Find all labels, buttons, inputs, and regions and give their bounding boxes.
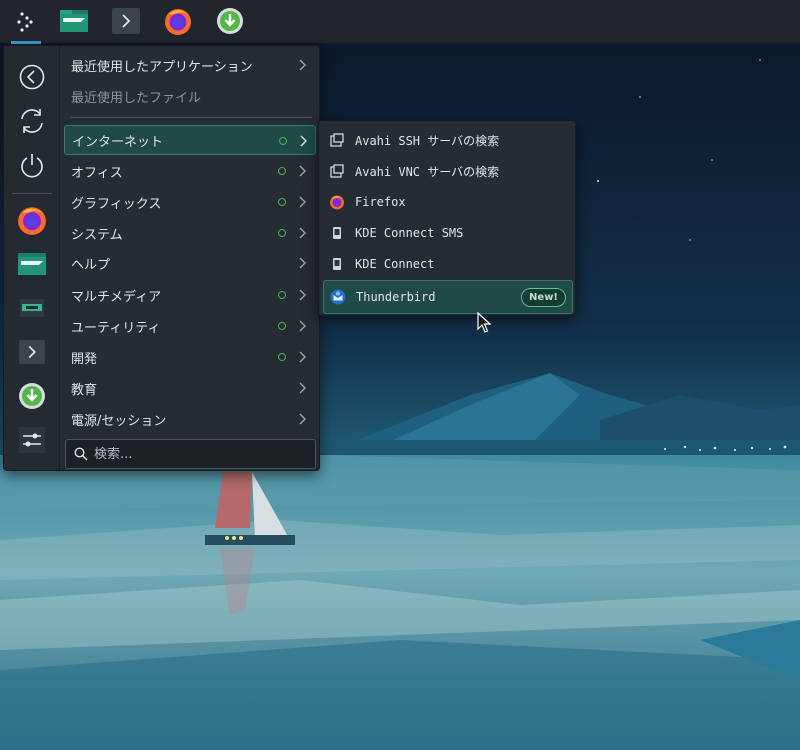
internet-submenu: Avahi SSH サーバの検索 Avahi VNC サーバの検索 Firefo… <box>318 120 576 316</box>
taskbar-firefox[interactable] <box>160 3 196 39</box>
power-button[interactable] <box>13 146 51 184</box>
app-thunderbird[interactable]: Thunderbird New! <box>323 280 573 314</box>
new-apps-indicator <box>278 229 286 237</box>
favorite-firefox[interactable] <box>13 201 51 239</box>
app-avahi-ssh[interactable]: Avahi SSH サーバの検索 <box>323 125 573 155</box>
refresh-icon <box>21 109 43 133</box>
search-box[interactable] <box>65 439 316 469</box>
software-center-icon <box>19 383 45 409</box>
chevron-right-icon <box>299 413 306 425</box>
device-manager-icon <box>20 299 44 317</box>
taskbar <box>0 0 800 44</box>
taskbar-file-manager[interactable] <box>56 3 92 39</box>
new-apps-indicator <box>278 353 286 361</box>
chevron-right-icon <box>299 320 306 332</box>
firefox-icon <box>165 9 191 35</box>
category-power-session[interactable]: 電源/セッション <box>64 404 316 434</box>
firefox-icon <box>329 194 345 210</box>
taskbar-terminal[interactable] <box>108 3 144 39</box>
category-office[interactable]: オフィス <box>64 156 316 186</box>
application-launcher-icon <box>17 12 33 32</box>
kdeconnect-icon <box>329 225 345 241</box>
category-recent-applications[interactable]: 最近使用したアプリケーション <box>64 50 316 80</box>
category-development[interactable]: 開発 <box>64 342 316 372</box>
app-label: Avahi SSH サーバの検索 <box>355 133 500 148</box>
favorite-file-manager[interactable] <box>13 245 51 283</box>
terminal-icon <box>19 339 45 365</box>
new-apps-indicator <box>278 167 286 175</box>
category-recent-files[interactable]: 最近使用したファイル <box>64 81 316 111</box>
favorite-terminal[interactable] <box>13 333 51 371</box>
category-label: 電源/セッション <box>71 413 167 429</box>
application-launcher-menu: 最近使用したアプリケーション 最近使用したファイル インターネット オフィス グ… <box>3 45 320 471</box>
network-browser-icon <box>329 132 345 148</box>
search-icon <box>74 447 88 461</box>
chevron-right-icon <box>299 227 306 239</box>
app-label: KDE Connect <box>355 257 435 271</box>
favorite-software-center[interactable] <box>13 377 51 415</box>
app-firefox[interactable]: Firefox <box>323 187 573 217</box>
new-badge: New! <box>521 287 566 307</box>
chevron-right-icon <box>300 135 307 147</box>
app-label: Firefox <box>355 195 406 209</box>
chevron-right-icon <box>299 289 306 301</box>
favorites-sidebar <box>4 46 60 470</box>
new-apps-indicator <box>278 291 286 299</box>
category-label: 教育 <box>71 382 98 398</box>
back-button[interactable] <box>13 58 51 96</box>
system-settings-icon <box>19 427 45 453</box>
menu-separator <box>70 117 312 118</box>
category-label: ヘルプ <box>71 257 111 273</box>
chevron-right-icon <box>299 59 306 71</box>
category-utilities[interactable]: ユーティリティ <box>64 311 316 341</box>
chevron-right-icon <box>299 165 306 177</box>
favorite-device-manager[interactable] <box>13 289 51 327</box>
network-browser-icon <box>329 163 345 179</box>
terminal-icon <box>112 8 140 34</box>
app-label: Thunderbird <box>356 290 436 304</box>
back-arrow-icon <box>19 64 45 90</box>
app-kdeconnect[interactable]: KDE Connect <box>323 249 573 279</box>
app-kdeconnect-sms[interactable]: KDE Connect SMS <box>323 218 573 248</box>
file-manager-icon <box>60 10 88 32</box>
new-apps-indicator <box>279 137 287 145</box>
taskbar-software-center[interactable] <box>212 3 248 39</box>
refresh-button[interactable] <box>13 102 51 140</box>
thunderbird-icon <box>330 289 346 305</box>
category-multimedia[interactable]: マルチメディア <box>64 280 316 310</box>
application-launcher-button[interactable] <box>8 3 44 39</box>
file-manager-icon <box>18 253 46 275</box>
favorite-system-settings[interactable] <box>13 421 51 459</box>
software-center-icon <box>217 8 243 34</box>
firefox-icon <box>18 207 46 235</box>
category-system[interactable]: システム <box>64 218 316 248</box>
favorites-separator <box>12 193 52 194</box>
new-apps-indicator <box>278 198 286 206</box>
category-label: 最近使用したファイル <box>71 90 202 106</box>
chevron-right-icon <box>299 351 306 363</box>
app-label: Avahi VNC サーバの検索 <box>355 164 500 179</box>
mouse-cursor-icon <box>477 312 491 333</box>
category-graphics[interactable]: グラフィックス <box>64 187 316 217</box>
kdeconnect-icon <box>329 256 345 272</box>
category-help[interactable]: ヘルプ <box>64 248 316 278</box>
app-label: KDE Connect SMS <box>355 226 464 240</box>
power-icon <box>21 154 43 178</box>
chevron-right-icon <box>299 196 306 208</box>
category-label: 最近使用したアプリケーション <box>71 59 253 75</box>
active-indicator <box>11 41 41 44</box>
search-input[interactable] <box>94 446 315 462</box>
app-avahi-vnc[interactable]: Avahi VNC サーバの検索 <box>323 156 573 186</box>
category-education[interactable]: 教育 <box>64 373 316 403</box>
chevron-right-icon <box>299 382 306 394</box>
new-apps-indicator <box>278 322 286 330</box>
category-internet[interactable]: インターネット <box>64 125 316 155</box>
chevron-right-icon <box>299 257 306 269</box>
